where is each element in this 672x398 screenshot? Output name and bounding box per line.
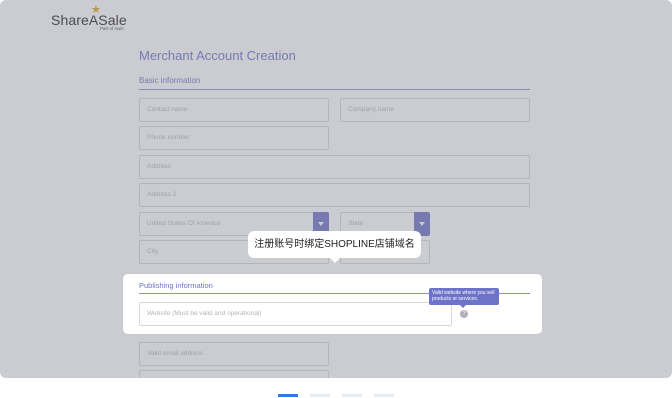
help-icon[interactable]: ? — [460, 310, 468, 318]
pagination-dot-3[interactable] — [342, 394, 362, 397]
website-input[interactable]: Website (Must be valid and operational) — [139, 302, 452, 326]
annotation-callout: 注册账号时绑定SHOPLINE店铺域名 — [248, 231, 421, 263]
pagination-dot-1[interactable] — [278, 394, 298, 397]
website-tooltip: Valid website where you sell products or… — [429, 288, 499, 308]
carousel-pagination — [0, 394, 672, 398]
pagination-dot-2[interactable] — [310, 394, 330, 397]
publishing-section-highlight: Publishing information Website (Must be … — [123, 274, 542, 334]
pagination-dot-4[interactable] — [374, 394, 394, 397]
section-publishing-label: Publishing information — [139, 281, 213, 290]
website-placeholder: Website (Must be valid and operational) — [147, 310, 262, 317]
screenshot-frame: ShareASale ★ Part of Awin Merchant Accou… — [0, 0, 672, 378]
